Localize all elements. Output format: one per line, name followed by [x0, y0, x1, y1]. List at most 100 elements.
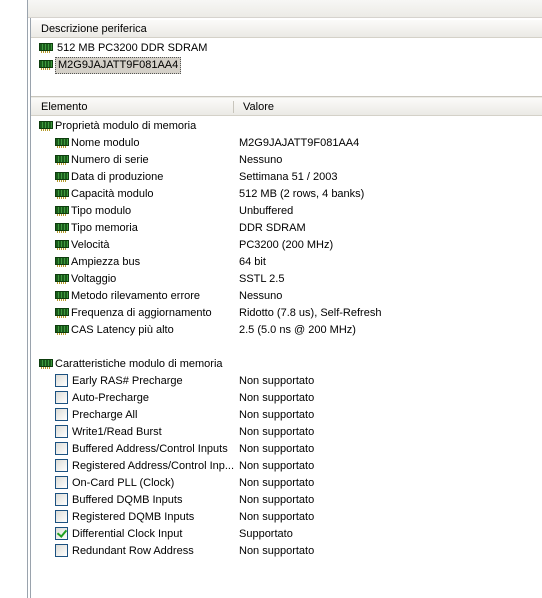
ram-module-icon	[39, 121, 53, 132]
element-cell: Early RAS# Precharge	[55, 373, 183, 390]
table-row[interactable]: Data di produzione Settimana 51 / 2003	[31, 169, 542, 186]
value-cell: SSTL 2.5	[239, 273, 285, 285]
element-cell: Buffered Address/Control Inputs	[55, 441, 228, 458]
group-title-text: Proprietà modulo di memoria	[55, 120, 197, 132]
table-row[interactable]: CAS Latency più alto 2.5 (5.0 ns @ 200 MH…	[31, 322, 542, 339]
table-row[interactable]: Redundant Row Address Non supportato	[31, 543, 542, 560]
value-cell: Nessuno	[239, 290, 283, 302]
unchecked-checkbox-icon	[55, 509, 68, 523]
value-column-header[interactable]: Valore	[233, 98, 274, 116]
group-header[interactable]: Proprietà modulo di memoria	[31, 118, 542, 135]
table-row[interactable]: Voltaggio SSTL 2.5	[31, 271, 542, 288]
element-name: Capacità modulo	[71, 188, 154, 200]
device-list-item[interactable]: 512 MB PC3200 DDR SDRAM	[31, 40, 542, 57]
element-cell: CAS Latency più alto	[55, 322, 174, 339]
element-cell: Voltaggio	[55, 271, 116, 288]
element-cell: Auto-Precharge	[55, 390, 149, 407]
element-cell: On-Card PLL (Clock)	[55, 475, 174, 492]
element-name: Frequenza di aggiornamento	[71, 307, 212, 319]
element-name: Registered DQMB Inputs	[72, 511, 195, 523]
element-cell: Ampiezza bus	[55, 254, 140, 271]
navigation-tree-pane[interactable]	[0, 0, 28, 598]
element-cell: Registered Address/Control Inp...	[55, 458, 234, 475]
table-row[interactable]: Precharge All Non supportato	[31, 407, 542, 424]
table-row[interactable]: Differential Clock Input Supportato	[31, 526, 542, 543]
element-name: Numero di serie	[71, 154, 149, 166]
details-header: Elemento Valore	[31, 98, 542, 116]
value-cell: Non supportato	[239, 392, 315, 404]
table-row[interactable]: Velocità PC3200 (200 MHz)	[31, 237, 542, 254]
value-cell: Ridotto (7.8 us), Self-Refresh	[239, 307, 382, 319]
value-cell: Non supportato	[239, 443, 315, 455]
unchecked-checkbox-icon	[55, 424, 68, 438]
element-cell: Registered DQMB Inputs	[55, 509, 194, 526]
element-name: Auto-Precharge	[72, 392, 150, 404]
element-cell: Differential Clock Input	[55, 526, 182, 543]
table-row[interactable]: Registered DQMB Inputs Non supportato	[31, 509, 542, 526]
element-cell: Tipo modulo	[55, 203, 131, 220]
element-cell: Velocità	[55, 237, 110, 254]
element-name: Metodo rilevamento errore	[71, 290, 201, 302]
unchecked-checkbox-icon	[55, 492, 68, 506]
device-list-item[interactable]: M2G9JAJATT9F081AA4	[31, 57, 542, 74]
value-cell: Settimana 51 / 2003	[239, 171, 338, 183]
value-cell: Nessuno	[239, 154, 283, 166]
table-row[interactable]: Buffered Address/Control Inputs Non suppo…	[31, 441, 542, 458]
element-name: Tipo memoria	[71, 222, 138, 234]
unchecked-checkbox-icon	[55, 475, 68, 489]
value-cell: Non supportato	[239, 545, 315, 557]
table-row[interactable]: Nome modulo M2G9JAJATT9F081AA4	[31, 135, 542, 152]
ram-module-icon	[55, 291, 69, 302]
element-name: CAS Latency più alto	[71, 324, 174, 336]
value-cell: M2G9JAJATT9F081AA4	[239, 137, 360, 149]
group-header[interactable]: Caratteristiche modulo di memoria	[31, 356, 542, 373]
unchecked-checkbox-icon	[55, 441, 68, 455]
table-row[interactable]: Tipo memoria DDR SDRAM	[31, 220, 542, 237]
value-cell: Non supportato	[239, 375, 315, 387]
element-name: Buffered DQMB Inputs	[72, 494, 183, 506]
ram-module-icon	[55, 257, 69, 268]
value-cell: Non supportato	[239, 409, 315, 421]
table-row[interactable]: Buffered DQMB Inputs Non supportato	[31, 492, 542, 509]
element-name: On-Card PLL (Clock)	[72, 477, 175, 489]
details-list: Proprietà modulo di memoria Nome modulo M2…	[31, 118, 542, 560]
device-details-frame: Descrizione periferica 512 MB PC3200 DDR…	[30, 18, 542, 598]
table-row[interactable]: Ampiezza bus 64 bit	[31, 254, 542, 271]
top-toolbar-area	[0, 0, 542, 18]
value-cell: 64 bit	[239, 256, 266, 268]
device-description-column-header[interactable]: Descrizione periferica	[31, 20, 147, 38]
unchecked-checkbox-icon	[55, 390, 68, 404]
table-row[interactable]: Tipo modulo Unbuffered	[31, 203, 542, 220]
ram-module-icon	[39, 359, 53, 370]
element-cell: Data di produzione	[55, 169, 163, 186]
ram-module-icon	[55, 325, 69, 336]
table-row[interactable]: Early RAS# Precharge Non supportato	[31, 373, 542, 390]
element-name: Redundant Row Address	[72, 545, 194, 557]
element-cell: Capacità modulo	[55, 186, 154, 203]
element-cell: Frequenza di aggiornamento	[55, 305, 212, 322]
value-cell: Non supportato	[239, 426, 315, 438]
table-row[interactable]: Numero di serie Nessuno	[31, 152, 542, 169]
table-row[interactable]: Metodo rilevamento errore Nessuno	[31, 288, 542, 305]
element-name: Buffered Address/Control Inputs	[72, 443, 228, 455]
table-row[interactable]: Write1/Read Burst Non supportato	[31, 424, 542, 441]
unchecked-checkbox-icon	[55, 373, 68, 387]
device-list: 512 MB PC3200 DDR SDRAM M2G9JAJATT9F081AA…	[31, 40, 542, 74]
table-row[interactable]: Registered Address/Control Inp... Non sup…	[31, 458, 542, 475]
ram-module-icon	[55, 240, 69, 251]
table-row[interactable]: On-Card PLL (Clock) Non supportato	[31, 475, 542, 492]
ram-module-icon	[55, 155, 69, 166]
value-cell: 512 MB (2 rows, 4 banks)	[239, 188, 365, 200]
table-row[interactable]: Frequenza di aggiornamento Ridotto (7.8 u…	[31, 305, 542, 322]
value-cell: Non supportato	[239, 494, 315, 506]
value-cell: PC3200 (200 MHz)	[239, 239, 334, 251]
element-cell: Write1/Read Burst	[55, 424, 162, 441]
ram-module-icon	[39, 60, 53, 71]
element-column-header[interactable]: Elemento	[31, 98, 231, 116]
table-row[interactable]: Capacità modulo 512 MB (2 rows, 4 banks)	[31, 186, 542, 203]
device-list-header: Descrizione periferica	[31, 20, 542, 38]
element-cell: Precharge All	[55, 407, 137, 424]
table-row[interactable]: Auto-Precharge Non supportato	[31, 390, 542, 407]
element-name: Voltaggio	[71, 273, 117, 285]
